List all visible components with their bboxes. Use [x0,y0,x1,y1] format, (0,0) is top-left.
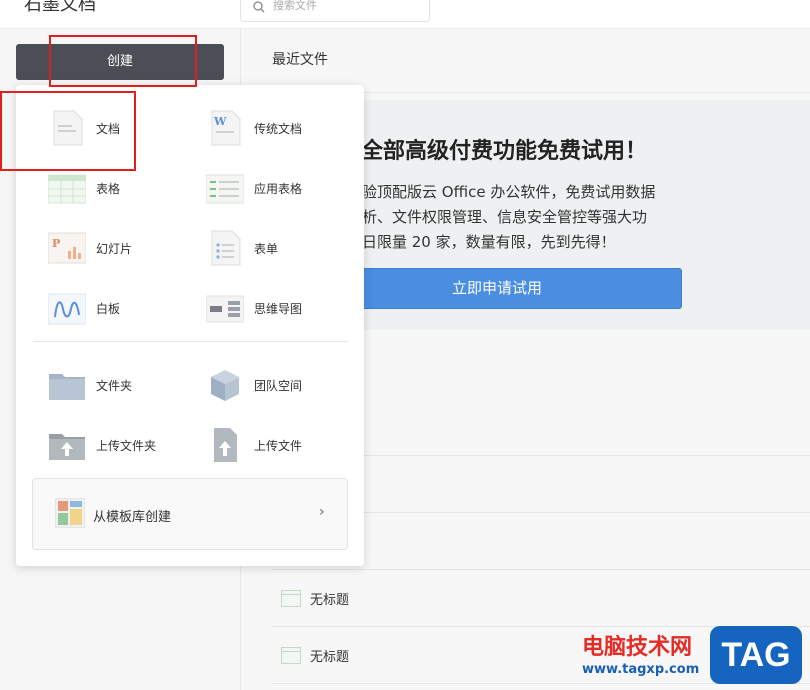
sheet-file-icon [281,647,301,664]
menu-item-upload-file[interactable]: 上传文件 [206,420,366,470]
svg-text:W: W [213,115,227,128]
menu-item-label: 上传文件夹 [96,439,157,453]
search-input[interactable]: 搜索文件 [273,0,317,13]
top-bar: 石墨文档 搜索文件 [0,0,810,29]
menu-item-label: 幻灯片 [96,242,133,256]
menu-item-label: 上传文件 [254,439,303,453]
menu-item-label: 应用表格 [254,182,303,196]
menu-item-label: 文件夹 [96,379,133,393]
menu-item-label: 表单 [254,242,279,256]
file-name: 无标题 [310,650,350,665]
menu-item-word-doc[interactable]: W 传统文档 [206,103,366,153]
menu-item-upload-folder[interactable]: 上传文件夹 [48,420,208,470]
svg-text:P: P [52,237,60,250]
banner-text-line: 验顶配版云 Office 办公软件，免费试用数据 [362,183,656,201]
template-icon [55,498,85,528]
highlight-create-button [49,35,197,87]
app-sheet-icon [206,174,244,204]
menu-item-label: 思维导图 [254,302,303,316]
file-name: 无标题 [310,593,350,608]
menu-item-label: 白板 [96,302,121,316]
whiteboard-icon [48,293,86,325]
menu-item-team-space[interactable]: 团队空间 [206,360,366,410]
banner-title: 全部高级付费功能免费试用！ [361,139,648,164]
upload-file-icon [214,428,237,462]
menu-divider [33,341,348,342]
watermark-tag-logo: TAG [710,626,802,684]
mindmap-icon [206,295,244,323]
menu-item-form[interactable]: 表单 [206,223,366,273]
menu-item-label: 传统文档 [254,122,303,136]
banner-text-line: 日限量 20 家，数量有限，先到先得！ [362,233,616,251]
banner-text-line: 析、文件权限管理、信息安全管控等强大功 [362,208,648,226]
menu-item-label: 团队空间 [254,379,303,393]
word-doc-icon: W [211,110,241,146]
watermark-url: www.tagxp.com [582,662,700,677]
search-box[interactable]: 搜索文件 [240,0,430,22]
search-icon [253,1,265,13]
slides-icon: P [48,232,86,264]
folder-icon [49,374,85,400]
menu-item-mindmap[interactable]: 思维导图 [206,283,366,333]
app-brand[interactable]: 石墨文档 [24,0,96,16]
menu-item-label: 表格 [96,182,121,196]
apply-trial-button[interactable]: 立即申请试用 [312,268,682,309]
recent-files-title: 最近文件 [272,52,328,68]
sheet-icon [48,174,86,204]
team-space-icon [211,370,239,401]
upload-folder-icon [49,434,85,460]
highlight-doc-item [0,91,136,171]
menu-item-app-sheet[interactable]: 应用表格 [206,163,366,213]
sheet-file-icon [281,590,301,607]
file-row[interactable]: 无标题 [272,570,810,626]
watermark: 电脑技术网 www.tagxp.com TAG [578,626,810,690]
menu-item-slides[interactable]: P 幻灯片 [48,223,208,273]
watermark-site-name: 电脑技术网 [582,635,693,660]
create-from-template[interactable]: 从模板库创建 › [32,478,348,550]
template-label: 从模板库创建 [93,510,172,525]
menu-item-whiteboard[interactable]: 白板 [48,283,208,333]
form-icon [211,230,241,266]
chevron-right-icon: › [319,504,325,520]
menu-item-folder[interactable]: 文件夹 [48,360,208,410]
